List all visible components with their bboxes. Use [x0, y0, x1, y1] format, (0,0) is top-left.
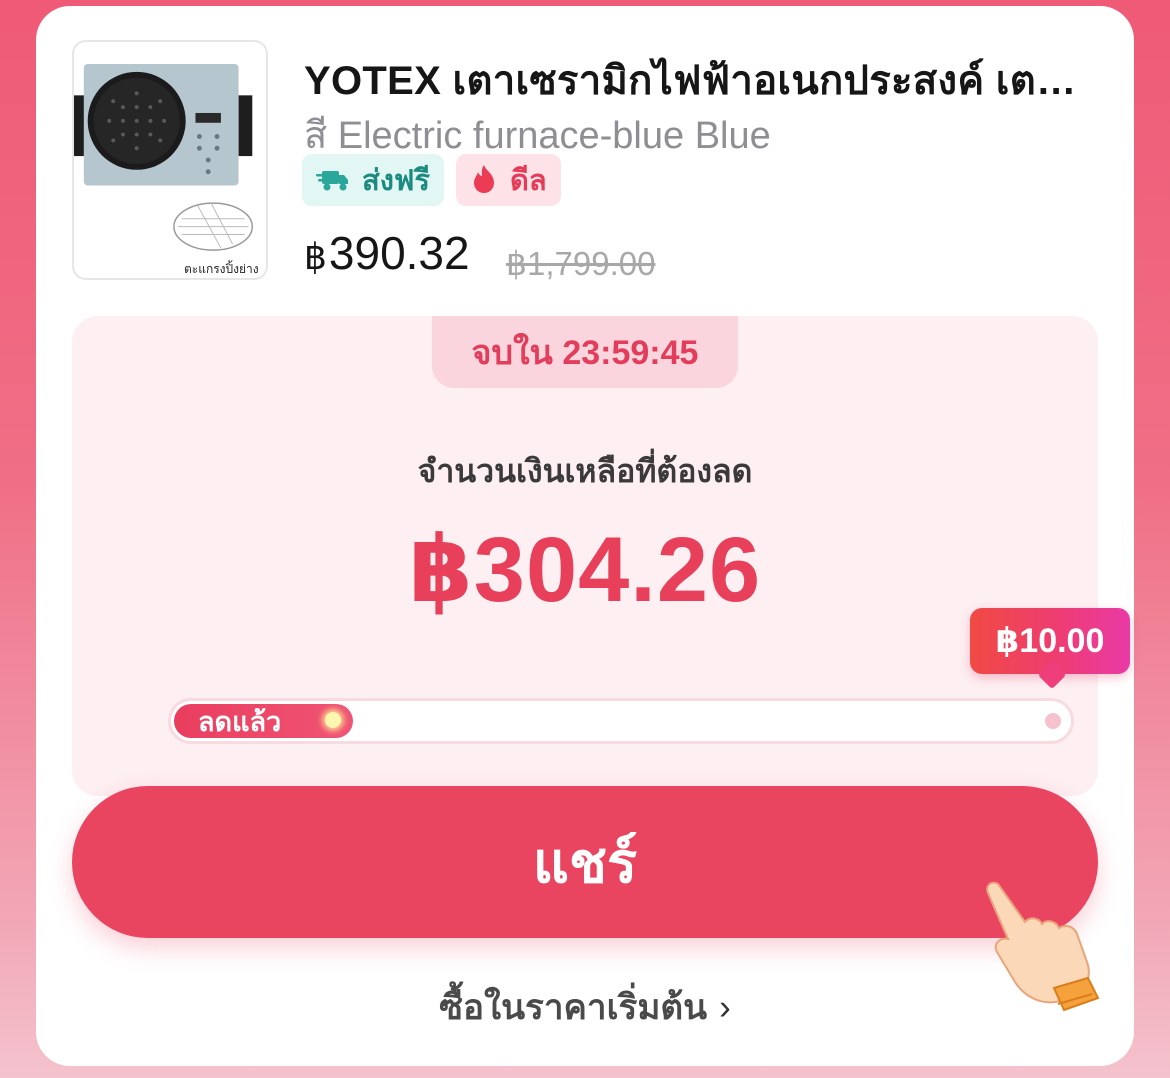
progress-fill: ลดแล้ว	[174, 704, 353, 738]
progress-end-dot	[1045, 713, 1061, 729]
free-shipping-badge: ส่งฟรี	[302, 154, 444, 206]
buy-start-price-link[interactable]: ซื้อในราคาเริ่มต้น ›	[36, 980, 1134, 1035]
reward-tooltip: ฿10.00	[970, 608, 1130, 674]
progress-label: ลดแล้ว	[198, 706, 282, 737]
remaining-label: จำนวนเงินเหลือที่ต้องลด	[417, 453, 753, 489]
progress-indicator-dot	[325, 712, 341, 728]
deal-badge: ดีล	[456, 154, 561, 206]
deal-label: ดีล	[510, 165, 547, 197]
progress-bar: ลดแล้ว	[168, 698, 1074, 744]
free-shipping-label: ส่งฟรี	[362, 165, 430, 197]
original-price: ฿1,799.00	[506, 245, 656, 282]
currency-symbol: ฿	[304, 236, 327, 277]
product-title[interactable]: YOTEX เตาเซรามิกไฟฟ้าอเนกประสงค์ เตาไฟ..…	[304, 48, 1094, 112]
fire-icon	[470, 164, 498, 196]
countdown-timer: จบใน 23:59:45	[432, 316, 738, 388]
chevron-right-icon: ›	[719, 988, 731, 1027]
current-price: ฿390.32	[304, 226, 470, 280]
truck-icon	[316, 168, 350, 192]
share-button[interactable]: แชร์	[72, 786, 1098, 938]
price-value: 390.32	[328, 227, 470, 279]
remaining-amount: ฿304.26	[408, 519, 762, 621]
buy-link-label: ซื้อในราคาเริ่มต้น	[439, 988, 708, 1027]
bargain-panel: จบใน 23:59:45 จำนวนเงินเหลือที่ต้องลด ฿3…	[72, 316, 1130, 796]
bargain-card: ตะแกรงปิ้งย่าง YOTEX เตาเซรามิกไฟฟ้าอเนก…	[36, 6, 1134, 1066]
product-image[interactable]: ตะแกรงปิ้งย่าง	[72, 40, 268, 280]
product-image-caption: ตะแกรงปิ้งย่าง	[184, 262, 259, 276]
